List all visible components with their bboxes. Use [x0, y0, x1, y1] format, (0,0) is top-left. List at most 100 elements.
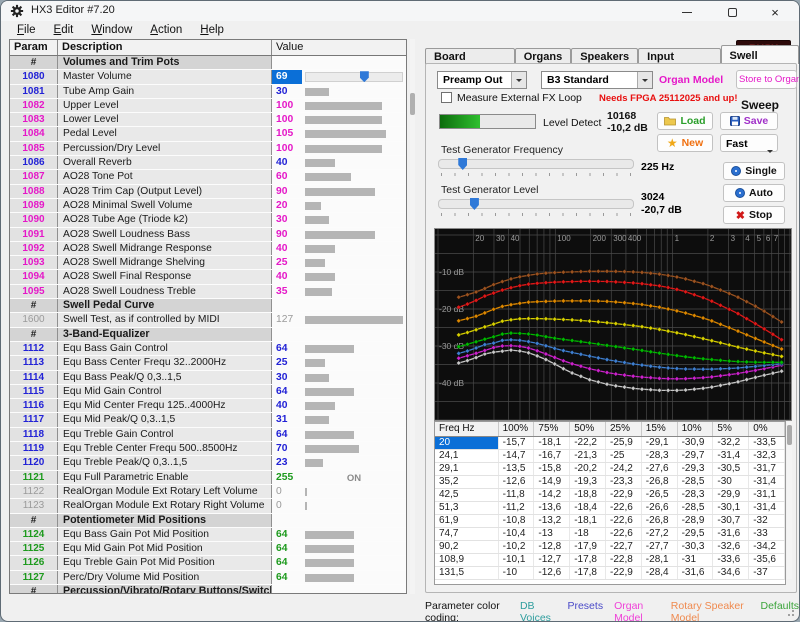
param-value-bar-zone[interactable] [305, 201, 403, 210]
param-row[interactable]: 1122RealOrgan Module Ext Rotary Left Vol… [10, 485, 406, 499]
param-row[interactable]: 1088AO28 Trim Cap (Output Level)90 [10, 185, 406, 199]
param-value-cell[interactable]: 30 [272, 213, 406, 226]
sweep-cell[interactable]: -30,1 [713, 502, 749, 514]
param-value[interactable]: 40 [272, 270, 302, 283]
param-value-bar-zone[interactable] [305, 358, 403, 367]
param-value-cell[interactable]: 35 [272, 285, 406, 298]
param-row[interactable]: 1095AO28 Swell Loudness Treble35 [10, 285, 406, 299]
param-row[interactable]: 1115Equ Mid Gain Control64 [10, 385, 406, 399]
menu-item-edit[interactable]: Edit [46, 23, 82, 37]
sweep-table-row[interactable]: 74,7-10,4-13-18-22,6-27,2-29,5-31,6-33 [435, 528, 785, 541]
param-value-bar-zone[interactable] [305, 430, 403, 439]
param-value[interactable]: 64 [272, 342, 302, 355]
sweep-cell[interactable]: -32,2 [713, 437, 749, 449]
param-value-bar-zone[interactable] [305, 72, 403, 81]
param-value-cell[interactable]: 25 [272, 256, 406, 269]
param-row[interactable]: 1113Equ Bass Center Frequ 32..2000Hz25 [10, 356, 406, 370]
param-row[interactable]: 1085Percussion/Dry Level100 [10, 142, 406, 156]
sweep-cell[interactable]: -30,3 [678, 541, 714, 553]
sweep-cell[interactable]: -22,2 [570, 437, 606, 449]
param-row[interactable]: 1090AO28 Tube Age (Triode k2)30 [10, 213, 406, 227]
sweep-cell[interactable]: -10,1 [499, 554, 535, 566]
sweep-cell[interactable]: -31,4 [713, 450, 749, 462]
sweep-cell[interactable]: -18,8 [570, 489, 606, 501]
sweep-cell[interactable]: 131,5 [435, 567, 499, 579]
param-row[interactable]: 1080Master Volume69 [10, 70, 406, 84]
sweep-cell[interactable]: -28,5 [678, 502, 714, 514]
sweep-cell[interactable]: -11,8 [499, 489, 535, 501]
param-value-cell[interactable]: 30 [272, 371, 406, 384]
param-value-cell[interactable]: 100 [272, 142, 406, 155]
sweep-table-row[interactable]: 42,5-11,8-14,2-18,8-22,9-26,5-28,3-29,9-… [435, 489, 785, 502]
sweep-cell[interactable]: -29,3 [678, 463, 714, 475]
param-row[interactable]: 1600Swell Test, as if controlled by MIDI… [10, 313, 406, 327]
sweep-cell[interactable]: -21,3 [570, 450, 606, 462]
sweep-cell[interactable]: -34,6 [713, 567, 749, 579]
sweep-table-row[interactable]: 131,5-10-12,6-17,8-22,9-28,4-31,6-34,6-3… [435, 567, 785, 580]
param-value[interactable]: 30 [272, 85, 302, 98]
sweep-cell[interactable]: -14,7 [499, 450, 535, 462]
sweep-cell[interactable]: -31,6 [678, 567, 714, 579]
param-value[interactable]: 100 [272, 142, 302, 155]
param-value-cell[interactable]: 40 [272, 399, 406, 412]
sweep-cell[interactable]: -27,6 [642, 463, 678, 475]
sweep-cell[interactable]: -34,2 [749, 541, 785, 553]
sweep-cell[interactable]: 108,9 [435, 554, 499, 566]
sweep-cell[interactable]: -10,8 [499, 515, 535, 527]
sweep-cell[interactable]: 74,7 [435, 528, 499, 540]
sweep-cell[interactable]: -15,7 [499, 437, 535, 449]
sweep-cell[interactable]: -30,7 [713, 515, 749, 527]
sweep-cell[interactable]: -17,8 [570, 554, 606, 566]
sweep-cell[interactable]: -26,5 [642, 489, 678, 501]
sweep-cell[interactable]: -28,1 [642, 554, 678, 566]
param-value-bar-zone[interactable] [305, 230, 403, 239]
sweep-cell[interactable]: -30,5 [713, 463, 749, 475]
param-value[interactable]: 23 [272, 456, 302, 469]
param-value[interactable]: 40 [272, 399, 302, 412]
param-value-cell[interactable]: 64 [272, 556, 406, 569]
tab-organs[interactable]: Organs [515, 48, 572, 64]
param-value-bar-zone[interactable] [305, 187, 403, 196]
output-select[interactable]: Preamp Out [437, 71, 527, 89]
sweep-table-row[interactable]: 29,1-13,5-15,8-20,2-24,2-27,6-29,3-30,5-… [435, 463, 785, 476]
organ-model-select[interactable]: B3 Standard [541, 71, 653, 89]
sweep-cell[interactable]: -30 [713, 476, 749, 488]
param-row[interactable]: 1121Equ Full Parametric Enable255ON [10, 471, 406, 485]
param-value[interactable]: 60 [272, 170, 302, 183]
param-value-bar-zone[interactable] [305, 101, 403, 110]
load-button[interactable]: Load [657, 112, 713, 130]
param-value[interactable]: 30 [272, 213, 302, 226]
param-value-bar-zone[interactable] [305, 458, 403, 467]
menu-item-action[interactable]: Action [142, 23, 190, 37]
param-value[interactable]: 100 [272, 113, 302, 126]
param-value[interactable]: 90 [272, 185, 302, 198]
sweep-cell[interactable]: -22,6 [606, 515, 642, 527]
section-row[interactable]: #3-Band-Equalizer [10, 328, 406, 342]
sweep-speed-select[interactable]: Fast [720, 134, 778, 152]
param-value[interactable]: 90 [272, 228, 302, 241]
sweep-cell[interactable]: -13,5 [499, 463, 535, 475]
sweep-cell[interactable]: -29,7 [678, 450, 714, 462]
sweep-cell[interactable]: 42,5 [435, 489, 499, 501]
sweep-cell[interactable]: -28,3 [678, 489, 714, 501]
param-value[interactable]: 64 [272, 385, 302, 398]
sweep-cell[interactable]: -22,9 [606, 567, 642, 579]
sweep-cell[interactable]: -28,9 [678, 515, 714, 527]
param-row[interactable]: 1112Equ Bass Gain Control64 [10, 342, 406, 356]
param-value-cell[interactable]: 64 [272, 571, 406, 584]
sweep-cell[interactable]: -13,2 [534, 515, 570, 527]
param-value[interactable]: 35 [272, 285, 302, 298]
param-value[interactable]: 64 [272, 542, 302, 555]
sweep-table-row[interactable]: 20-15,7-18,1-22,2-25,9-29,1-30,9-32,2-33… [435, 437, 785, 450]
sweep-cell[interactable]: -10 [499, 567, 535, 579]
sweep-table-row[interactable]: 90,2-10,2-12,8-17,9-22,7-27,7-30,3-32,6-… [435, 541, 785, 554]
sweep-cell[interactable]: -28,4 [642, 567, 678, 579]
sweep-cell[interactable]: -27,7 [642, 541, 678, 553]
new-button[interactable]: ★ New [657, 134, 713, 152]
param-value[interactable]: 64 [272, 428, 302, 441]
store-to-organ-button[interactable]: Store to Organ [736, 70, 797, 89]
maximize-button[interactable] [710, 1, 754, 23]
sweep-cell[interactable]: -22,8 [606, 554, 642, 566]
stop-button[interactable]: ✖ Stop [723, 206, 785, 224]
tab-board-defaults[interactable]: Board Defaults [425, 48, 515, 64]
